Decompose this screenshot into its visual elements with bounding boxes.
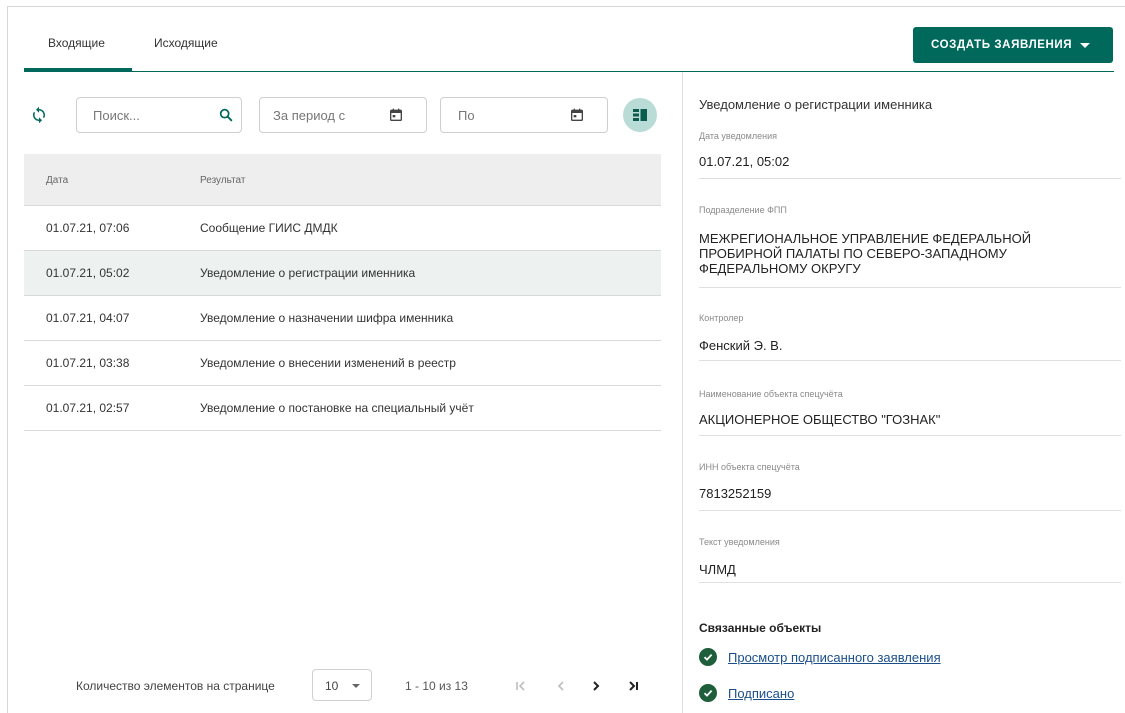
calendar-icon[interactable]	[569, 107, 585, 123]
page-size-select[interactable]: 10	[312, 669, 372, 701]
cell-result: Уведомление о назначении шифра именника	[200, 311, 454, 325]
table-row[interactable]: 01.07.21, 03:38 Уведомление о внесении и…	[24, 341, 661, 386]
view-columns-icon	[633, 109, 647, 121]
field-divider	[699, 582, 1121, 583]
field-value-notification-text: ЧЛМД	[699, 562, 736, 577]
panel-divider	[682, 72, 683, 713]
related-objects-title: Связанные объекты	[699, 621, 822, 635]
refresh-icon[interactable]	[30, 106, 48, 124]
page-size-value: 10	[325, 679, 339, 693]
view-signed-application-link[interactable]: Просмотр подписанного заявления	[728, 650, 941, 665]
cell-date: 01.07.21, 03:38	[46, 356, 130, 370]
cell-result: Сообщение ГИИС ДМДК	[200, 221, 338, 235]
field-label-notification-text: Текст уведомления	[699, 537, 780, 547]
field-label-fpp-division: Подразделение ФПП	[699, 205, 787, 215]
cell-result: Уведомление о регистрации именника	[200, 266, 416, 280]
previous-page-button[interactable]	[551, 676, 571, 696]
last-page-button[interactable]	[623, 676, 643, 696]
field-value-object-name: АКЦИОНЕРНОЕ ОБЩЕСТВО "ГОЗНАК"	[699, 412, 941, 427]
table-row[interactable]: 01.07.21, 07:06 Сообщение ГИИС ДМДК	[24, 206, 661, 251]
field-label-object-name: Наименование объекта спецучёта	[699, 389, 843, 399]
period-from-field	[259, 97, 427, 133]
field-value-object-inn: 7813252159	[699, 486, 772, 501]
search-input[interactable]	[77, 98, 241, 132]
page-size-label: Количество элементов на странице	[76, 679, 275, 693]
check-circle-icon	[699, 648, 717, 666]
column-header-result[interactable]: Результат	[200, 175, 245, 186]
related-link-signed-application[interactable]: Просмотр подписанного заявления	[699, 647, 941, 667]
field-label-object-inn: ИНН объекта спецучёта	[699, 462, 800, 472]
field-value-fpp-division: МЕЖРЕГИОНАЛЬНОЕ УПРАВЛЕНИЕ ФЕДЕРАЛЬНОЙ П…	[699, 231, 1032, 276]
caret-down-icon	[1080, 42, 1091, 48]
field-divider	[699, 360, 1121, 361]
first-page-icon	[516, 681, 525, 691]
cell-date: 01.07.21, 02:57	[46, 401, 130, 415]
next-page-button[interactable]	[586, 676, 606, 696]
first-page-button[interactable]	[511, 676, 531, 696]
related-link-signed[interactable]: Подписано	[699, 683, 794, 703]
create-application-button[interactable]: СОЗДАТЬ ЗАЯВЛЕНИЯ	[913, 27, 1113, 63]
details-title: Уведомление о регистрации именника	[699, 97, 933, 112]
chevron-left-icon	[557, 681, 564, 691]
cell-result: Уведомление о постановке на специальный …	[200, 401, 474, 415]
cell-date: 01.07.21, 04:07	[46, 311, 130, 325]
cell-date: 01.07.21, 07:06	[46, 221, 130, 235]
table-header: Дата Результат	[24, 154, 661, 206]
check-circle-icon	[699, 684, 717, 702]
table-row[interactable]: 01.07.21, 04:07 Уведомление о назначении…	[24, 296, 661, 341]
table-row-selected[interactable]: 01.07.21, 05:02 Уведомление о регистраци…	[24, 251, 661, 296]
signed-link[interactable]: Подписано	[728, 686, 794, 701]
table-row[interactable]: 01.07.21, 02:57 Уведомление о постановке…	[24, 386, 661, 431]
tab-outgoing[interactable]: Исходящие	[154, 36, 218, 50]
field-value-notification-date: 01.07.21, 05:02	[699, 154, 790, 169]
field-divider	[699, 287, 1121, 288]
field-label-notification-date: Дата уведомления	[699, 131, 777, 141]
tab-bar-divider	[24, 71, 1114, 72]
chevron-right-icon	[593, 681, 600, 691]
create-application-label: СОЗДАТЬ ЗАЯВЛЕНИЯ	[931, 39, 1073, 51]
search-icon[interactable]	[218, 107, 234, 123]
toggle-details-view-button[interactable]	[623, 98, 657, 132]
field-divider	[699, 510, 1121, 511]
column-header-date[interactable]: Дата	[46, 175, 68, 186]
cell-result: Уведомление о внесении изменений в реест…	[200, 356, 456, 370]
last-page-icon	[629, 681, 638, 691]
cell-date: 01.07.21, 05:02	[46, 266, 130, 280]
period-to-field	[440, 97, 608, 133]
caret-down-icon	[352, 684, 360, 688]
field-divider	[699, 178, 1121, 179]
search-field	[76, 97, 242, 133]
field-label-controller: Контролер	[699, 313, 744, 323]
field-value-controller: Фенский Э. В.	[699, 338, 783, 353]
field-divider	[699, 435, 1121, 436]
tab-incoming[interactable]: Входящие	[48, 36, 105, 50]
table-body: 01.07.21, 07:06 Сообщение ГИИС ДМДК 01.0…	[24, 206, 661, 431]
page-range: 1 - 10 из 13	[405, 679, 468, 693]
calendar-icon[interactable]	[388, 107, 404, 123]
